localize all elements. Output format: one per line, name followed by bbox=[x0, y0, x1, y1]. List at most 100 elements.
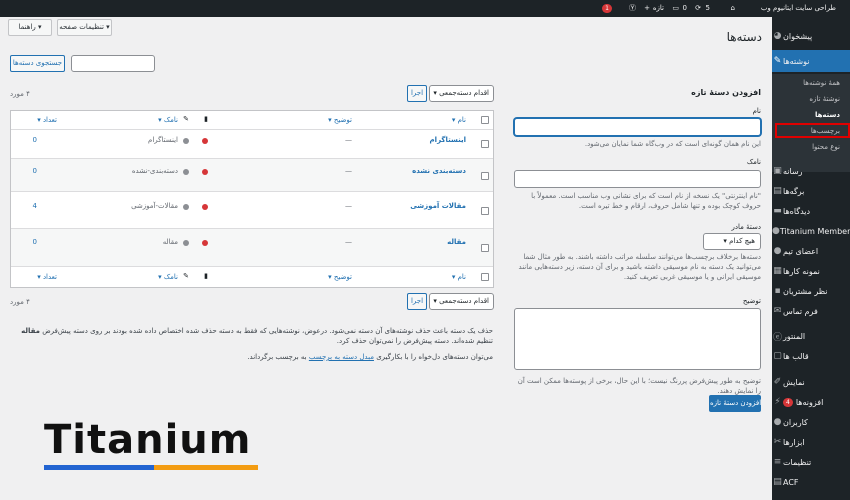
select-all-checkbox[interactable] bbox=[481, 273, 489, 281]
bulk-action-select[interactable]: اقدام دسته‌جمعی ▾ bbox=[429, 85, 494, 102]
category-description: — bbox=[345, 238, 352, 246]
yoast-icon[interactable]: Ⓨ bbox=[629, 0, 636, 17]
pen-icon: ✎ bbox=[183, 115, 189, 123]
footer-count[interactable]: تعداد ▾ bbox=[37, 273, 57, 281]
screen-options-button[interactable]: تنظیمات صفحه ▾ bbox=[57, 19, 112, 36]
bulk-apply-button[interactable]: اجرا bbox=[407, 85, 427, 102]
category-description: — bbox=[345, 167, 352, 175]
media-icon: ▣ bbox=[773, 166, 782, 176]
sidebar-item-tools[interactable]: ابزارها ✂ bbox=[772, 431, 850, 453]
members-icon: ● bbox=[772, 226, 780, 236]
footer-name[interactable]: نام ▾ bbox=[452, 273, 466, 281]
notification-badge[interactable]: 1 bbox=[602, 0, 615, 17]
row-checkbox[interactable] bbox=[481, 172, 489, 180]
sidebar-item-media[interactable]: رسانه ▣ bbox=[772, 160, 850, 182]
dashboard-icon: ◕ bbox=[773, 31, 782, 41]
category-count[interactable]: 0 bbox=[33, 136, 37, 144]
search-input[interactable] bbox=[71, 55, 155, 72]
category-name-link[interactable]: اینستاگرام bbox=[430, 136, 466, 144]
site-name[interactable]: طراحی سایت ایتانیوم وب bbox=[761, 0, 836, 17]
sidebar-item-contact-form[interactable]: فرم تماس ✉ bbox=[772, 300, 850, 322]
readability-dot bbox=[183, 169, 189, 175]
sidebar-item-pages[interactable]: برگه‌ها ▤ bbox=[772, 180, 850, 202]
description-help: توضیح به طور پیش‌فرض پررنگ نیست؛ با این … bbox=[517, 377, 761, 395]
table-footer: نام ▾ توضیح ▾ ▮ ✎ نامک ▾ تعداد ▾ bbox=[11, 267, 493, 287]
user-icon: ● bbox=[773, 417, 782, 427]
category-count[interactable]: 4 bbox=[33, 202, 37, 210]
portfolio-icon: ▦ bbox=[773, 266, 782, 276]
sidebar-item-titanium-members[interactable]: Titanium Members ● bbox=[772, 220, 850, 242]
bulk-action-select-bottom[interactable]: اقدام دسته‌جمعی ▾ bbox=[429, 293, 494, 310]
parent-help: دسته‌ها برخلاف برچسب‌ها می‌توانند سلسله … bbox=[518, 253, 761, 281]
sidebar-item-users[interactable]: کاربران ● bbox=[772, 411, 850, 433]
header-slug[interactable]: نامک ▾ bbox=[158, 116, 178, 124]
categories-table: نام ▾ توضیح ▾ ▮ ✎ نامک ▾ تعداد ▾ اینستاگ… bbox=[10, 110, 494, 288]
brush-icon: ✐ bbox=[773, 377, 782, 387]
name-label: نام bbox=[752, 107, 761, 115]
comment-icon: ▭ bbox=[672, 4, 679, 12]
row-checkbox[interactable] bbox=[481, 140, 489, 148]
help-button[interactable]: راهنما ▾ bbox=[8, 19, 52, 36]
updates-count[interactable]: 5 bbox=[706, 0, 710, 17]
sidebar-item-posts[interactable]: نوشته‌ها ✎ bbox=[772, 50, 850, 72]
header-description[interactable]: توضیح ▾ bbox=[328, 116, 352, 124]
row-checkbox[interactable] bbox=[481, 207, 489, 215]
parent-select[interactable]: هیچ کدام ▾ bbox=[703, 233, 761, 250]
header-count[interactable]: تعداد ▾ bbox=[37, 116, 57, 124]
slug-label: نامک bbox=[746, 158, 761, 166]
comments-count[interactable]: 0 bbox=[683, 0, 687, 17]
converter-link[interactable]: مبدل دسته به برچسب bbox=[309, 353, 374, 361]
footer-slug[interactable]: نامک ▾ bbox=[158, 273, 178, 281]
sidebar-item-elementor[interactable]: المنتور ⓔ bbox=[772, 325, 850, 347]
description-textarea[interactable] bbox=[514, 308, 761, 370]
sidebar-item-appearance[interactable]: نمایش ✐ bbox=[772, 371, 850, 393]
sidebar-item-team[interactable]: اعضای تیم ● bbox=[772, 240, 850, 262]
highlight-box bbox=[775, 123, 850, 138]
sidebar-item-portfolio[interactable]: نمونه کارها ▦ bbox=[772, 260, 850, 282]
select-all-checkbox[interactable] bbox=[481, 116, 489, 124]
table-row: دسته‌بندی نشده — دسته‌بندی-نشده 0 bbox=[11, 159, 493, 192]
elementor-icon: ⓔ bbox=[773, 332, 783, 343]
sidebar-item-plugins[interactable]: افزونه‌ها 4 ⚡ bbox=[772, 391, 850, 413]
category-count[interactable]: 0 bbox=[33, 167, 37, 175]
new-label[interactable]: تازه bbox=[653, 0, 664, 17]
sidebar-item-testimonials[interactable]: نظر مشتریان ▪ bbox=[772, 280, 850, 302]
sidebar-item-settings[interactable]: تنظیمات ≡ bbox=[772, 451, 850, 473]
category-count[interactable]: 0 bbox=[33, 238, 37, 246]
readability-dot bbox=[183, 138, 189, 144]
seo-status-dot bbox=[202, 240, 208, 246]
footer-description[interactable]: توضیح ▾ bbox=[328, 273, 352, 281]
seo-icon: ▮ bbox=[204, 115, 208, 123]
sidebar-item-dashboard[interactable]: پیشخوان ◕ bbox=[772, 25, 850, 47]
sidebar-item-comments[interactable]: دیدگاه‌ها ▬ bbox=[772, 200, 850, 222]
search-button[interactable]: جستجوی دسته‌ها bbox=[10, 55, 65, 72]
readability-dot bbox=[183, 240, 189, 246]
row-checkbox[interactable] bbox=[481, 244, 489, 252]
home-icon[interactable]: ⌂ bbox=[731, 0, 735, 17]
page-icon: ▤ bbox=[773, 186, 782, 196]
name-field[interactable] bbox=[514, 118, 761, 136]
category-name-link[interactable]: مقاله bbox=[447, 238, 466, 246]
category-name-link[interactable]: دسته‌بندی نشده bbox=[412, 167, 466, 175]
sidebar-item-templates[interactable]: قالب ها ▢ bbox=[772, 345, 850, 367]
sidebar-item-acf[interactable]: ACF ▤ bbox=[772, 471, 850, 493]
table-row: اینستاگرام — اینستاگرام 0 bbox=[11, 130, 493, 159]
delete-note: حذف یک دسته باعث حذف نوشته‌های آن دسته ن… bbox=[21, 327, 493, 345]
page-title: دسته‌ها bbox=[726, 30, 762, 44]
submenu-new-post[interactable]: نوشتهٔ تازه bbox=[772, 92, 850, 107]
submenu-categories[interactable]: دسته‌ها bbox=[772, 108, 850, 123]
category-name-link[interactable]: مقالات آموزشی bbox=[410, 202, 466, 210]
bulk-apply-button-bottom[interactable]: اجرا bbox=[407, 293, 427, 310]
category-slug: اینستاگرام bbox=[148, 136, 178, 144]
header-name[interactable]: نام ▾ bbox=[452, 116, 466, 124]
submenu-content-type[interactable]: نوع محتوا bbox=[772, 140, 850, 155]
plugin-icon: ⚡ bbox=[774, 397, 781, 407]
pen-icon: ✎ bbox=[183, 272, 189, 280]
readability-dot bbox=[183, 204, 189, 210]
table-header: نام ▾ توضیح ▾ ▮ ✎ نامک ▾ تعداد ▾ bbox=[11, 111, 493, 130]
slug-field[interactable] bbox=[514, 170, 761, 188]
submenu-all-posts[interactable]: همهٔ نوشته‌ها bbox=[772, 76, 850, 91]
comment-icon: ▬ bbox=[773, 206, 782, 216]
description-label: توضیح bbox=[742, 297, 761, 305]
add-category-button[interactable]: افزودن دستهٔ تازه bbox=[709, 395, 761, 412]
